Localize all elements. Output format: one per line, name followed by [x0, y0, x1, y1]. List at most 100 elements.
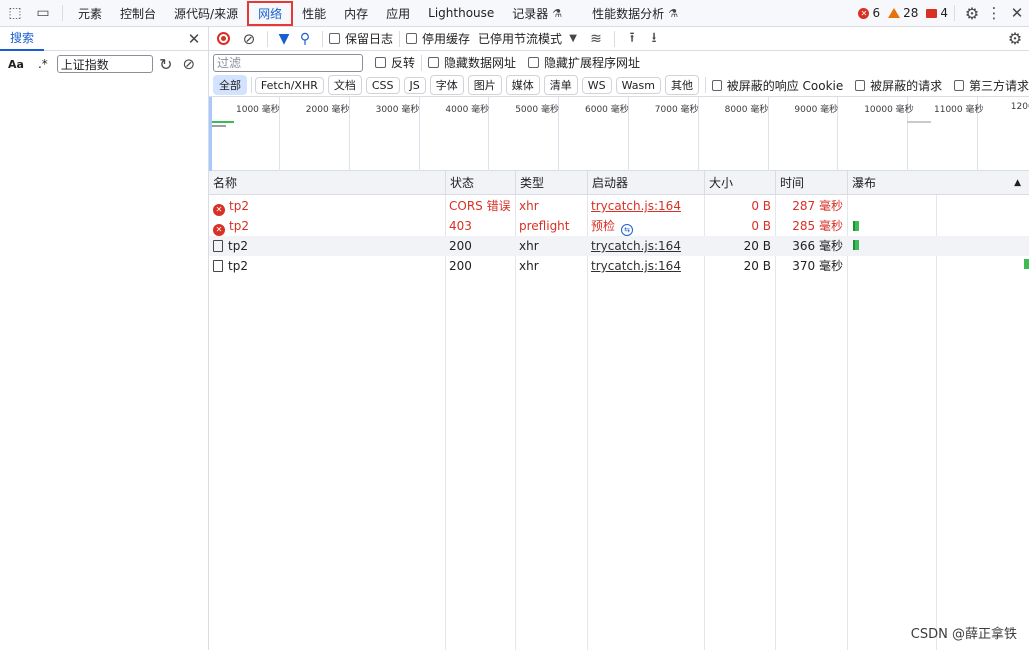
flask-icon: ⚗: [668, 6, 679, 20]
waterfall-bar[interactable]: [853, 240, 859, 250]
regex-button[interactable]: .*: [38, 57, 48, 71]
third-party-label: 第三方请求: [969, 78, 1029, 93]
error-icon: ✕: [213, 224, 225, 236]
export-har-icon[interactable]: ⭳: [643, 27, 665, 51]
network-settings-icon[interactable]: ⚙: [1001, 29, 1029, 48]
col-header-size[interactable]: 大小: [704, 171, 775, 195]
waterfall-bar[interactable]: [853, 221, 859, 231]
throttling-select[interactable]: 已停用节流模式: [478, 30, 562, 47]
close-icon[interactable]: ✕: [1005, 4, 1029, 22]
invert-checkbox[interactable]: [375, 57, 386, 68]
chevron-down-icon[interactable]: ▼: [562, 33, 584, 44]
blocked-cookies-checkbox[interactable]: [711, 79, 722, 91]
import-har-icon[interactable]: ⭱: [621, 27, 643, 51]
third-party-checkbox[interactable]: [954, 79, 964, 91]
tab-search[interactable]: 搜索: [0, 27, 45, 51]
table-row[interactable]: tp2 200 xhr trycatch.js:164 20 B 370 毫秒: [209, 256, 1029, 276]
filter-input[interactable]: 过滤: [213, 53, 363, 72]
disable-cache-checkbox[interactable]: [406, 33, 418, 44]
table-row[interactable]: ✕ tp2 403 preflight 预检 ⇆ 0 B 285 毫秒: [209, 216, 1029, 236]
col-header-initiator[interactable]: 启动器: [587, 171, 704, 195]
type-chip-img[interactable]: 图片: [467, 75, 502, 95]
overview-tick-label: 7000 毫秒: [654, 105, 699, 115]
row-initiator: trycatch.js:164: [587, 256, 704, 276]
tab-sources[interactable]: 源代码/来源: [165, 0, 247, 27]
col-header-waterfall[interactable]: 瀑布 ▲: [847, 171, 1029, 195]
table-row[interactable]: ✕ tp2 CORS 错误 xhr trycatch.js:164 0 B 287…: [209, 196, 1029, 216]
row-time: 366 毫秒: [792, 239, 843, 253]
tab-lighthouse[interactable]: Lighthouse: [419, 0, 503, 27]
disable-cache-label: 停用缓存: [422, 32, 471, 46]
type-chip-fetch-xhr[interactable]: Fetch/XHR: [254, 76, 324, 94]
device-toolbar-icon[interactable]: ▭: [30, 5, 56, 21]
type-chip-ws[interactable]: WS: [581, 76, 612, 94]
type-chip-doc[interactable]: 文档: [327, 75, 362, 95]
inspect-element-icon[interactable]: ⬚: [0, 5, 30, 21]
type-chip-manifest[interactable]: 清单: [543, 75, 578, 95]
type-chip-media[interactable]: 媒体: [505, 75, 540, 95]
type-chip-font[interactable]: 字体: [429, 75, 464, 95]
overview-tick-label: 3000 毫秒: [375, 105, 420, 115]
warning-count-badge[interactable]: 28: [888, 6, 918, 20]
row-initiator: trycatch.js:164: [587, 236, 704, 256]
warning-count: 28: [903, 6, 919, 20]
issues-count-badge[interactable]: 4: [926, 6, 948, 20]
tab-performance-insights[interactable]: 性能数据分析 ⚗: [583, 0, 687, 27]
clear-icon[interactable]: ⊘: [179, 55, 199, 73]
search-input[interactable]: 上证指数: [56, 55, 153, 73]
initiator-link[interactable]: trycatch.js:164: [591, 199, 681, 213]
type-chip-other[interactable]: 其他: [664, 75, 699, 95]
sort-ascending-icon: ▲: [1014, 178, 1021, 188]
col-header-time[interactable]: 时间: [775, 171, 847, 195]
type-chip-all[interactable]: 全部: [213, 75, 247, 95]
error-count-badge[interactable]: ✕ 6: [858, 6, 880, 20]
search-icon[interactable]: ⚲: [294, 31, 316, 47]
divider: [954, 5, 955, 21]
type-chip-css[interactable]: CSS: [365, 76, 400, 94]
refresh-icon[interactable]: ↻: [153, 55, 179, 74]
preflight-label[interactable]: 预检: [591, 219, 615, 233]
initiator-link[interactable]: trycatch.js:164: [591, 239, 681, 253]
tab-elements[interactable]: 元素: [69, 0, 111, 27]
flask-icon: ⚗: [552, 6, 563, 20]
error-icon: ✕: [858, 7, 870, 19]
col-header-status[interactable]: 状态: [445, 171, 515, 195]
overview-left-handle[interactable]: [209, 97, 212, 171]
tab-application[interactable]: 应用: [377, 0, 419, 27]
close-search-icon[interactable]: ✕: [180, 30, 208, 48]
document-icon: [213, 260, 223, 272]
issues-count: 4: [940, 6, 948, 20]
type-chip-wasm[interactable]: Wasm: [615, 76, 661, 94]
blocked-requests-label: 被屏蔽的请求: [870, 78, 943, 93]
network-overview[interactable]: 1000 毫秒 2000 毫秒 3000 毫秒 4000 毫秒 5000 毫秒 6000 …: [209, 97, 1029, 171]
col-header-type[interactable]: 类型: [515, 171, 587, 195]
overview-tick-label: 9000 毫秒: [794, 105, 839, 115]
preserve-log-checkbox[interactable]: [329, 33, 340, 44]
tab-performance[interactable]: 性能: [293, 0, 335, 27]
more-options-icon[interactable]: ⋮: [983, 4, 1005, 22]
filter-icon[interactable]: ▼: [274, 31, 294, 47]
hide-data-urls-checkbox[interactable]: [428, 57, 440, 68]
tab-console[interactable]: 控制台: [111, 0, 165, 27]
preflight-link-icon[interactable]: ⇆: [621, 224, 634, 236]
tab-recorder[interactable]: 记录器 ⚗: [503, 0, 571, 27]
tab-network[interactable]: 网络: [247, 1, 294, 26]
tab-memory[interactable]: 内存: [335, 0, 377, 27]
overview-tick-label: 1000 毫秒: [236, 105, 280, 115]
initiator-link[interactable]: trycatch.js:164: [591, 259, 681, 273]
network-conditions-icon[interactable]: ≋: [584, 31, 608, 47]
col-header-name[interactable]: 名称: [209, 171, 445, 195]
blocked-requests-checkbox[interactable]: [855, 79, 866, 91]
row-size: 20 B: [743, 259, 771, 273]
clear-log-icon[interactable]: ⊘: [237, 30, 261, 48]
waterfall-bar[interactable]: [1024, 259, 1029, 269]
record-icon[interactable]: [209, 32, 237, 45]
gear-icon[interactable]: ⚙: [961, 4, 983, 23]
filter-toolbar: 过滤 反转 隐藏数据网址 隐藏扩展程序网址: [209, 51, 1029, 74]
hide-ext-urls-checkbox[interactable]: [528, 57, 540, 68]
match-case-button[interactable]: Aa: [8, 58, 24, 71]
overview-tick-label: 6000 毫秒: [585, 105, 629, 115]
type-chip-js[interactable]: JS: [403, 76, 426, 94]
row-name: tp2: [209, 256, 445, 276]
table-row[interactable]: tp2 200 xhr trycatch.js:164 20 B 366 毫秒: [209, 236, 1029, 256]
